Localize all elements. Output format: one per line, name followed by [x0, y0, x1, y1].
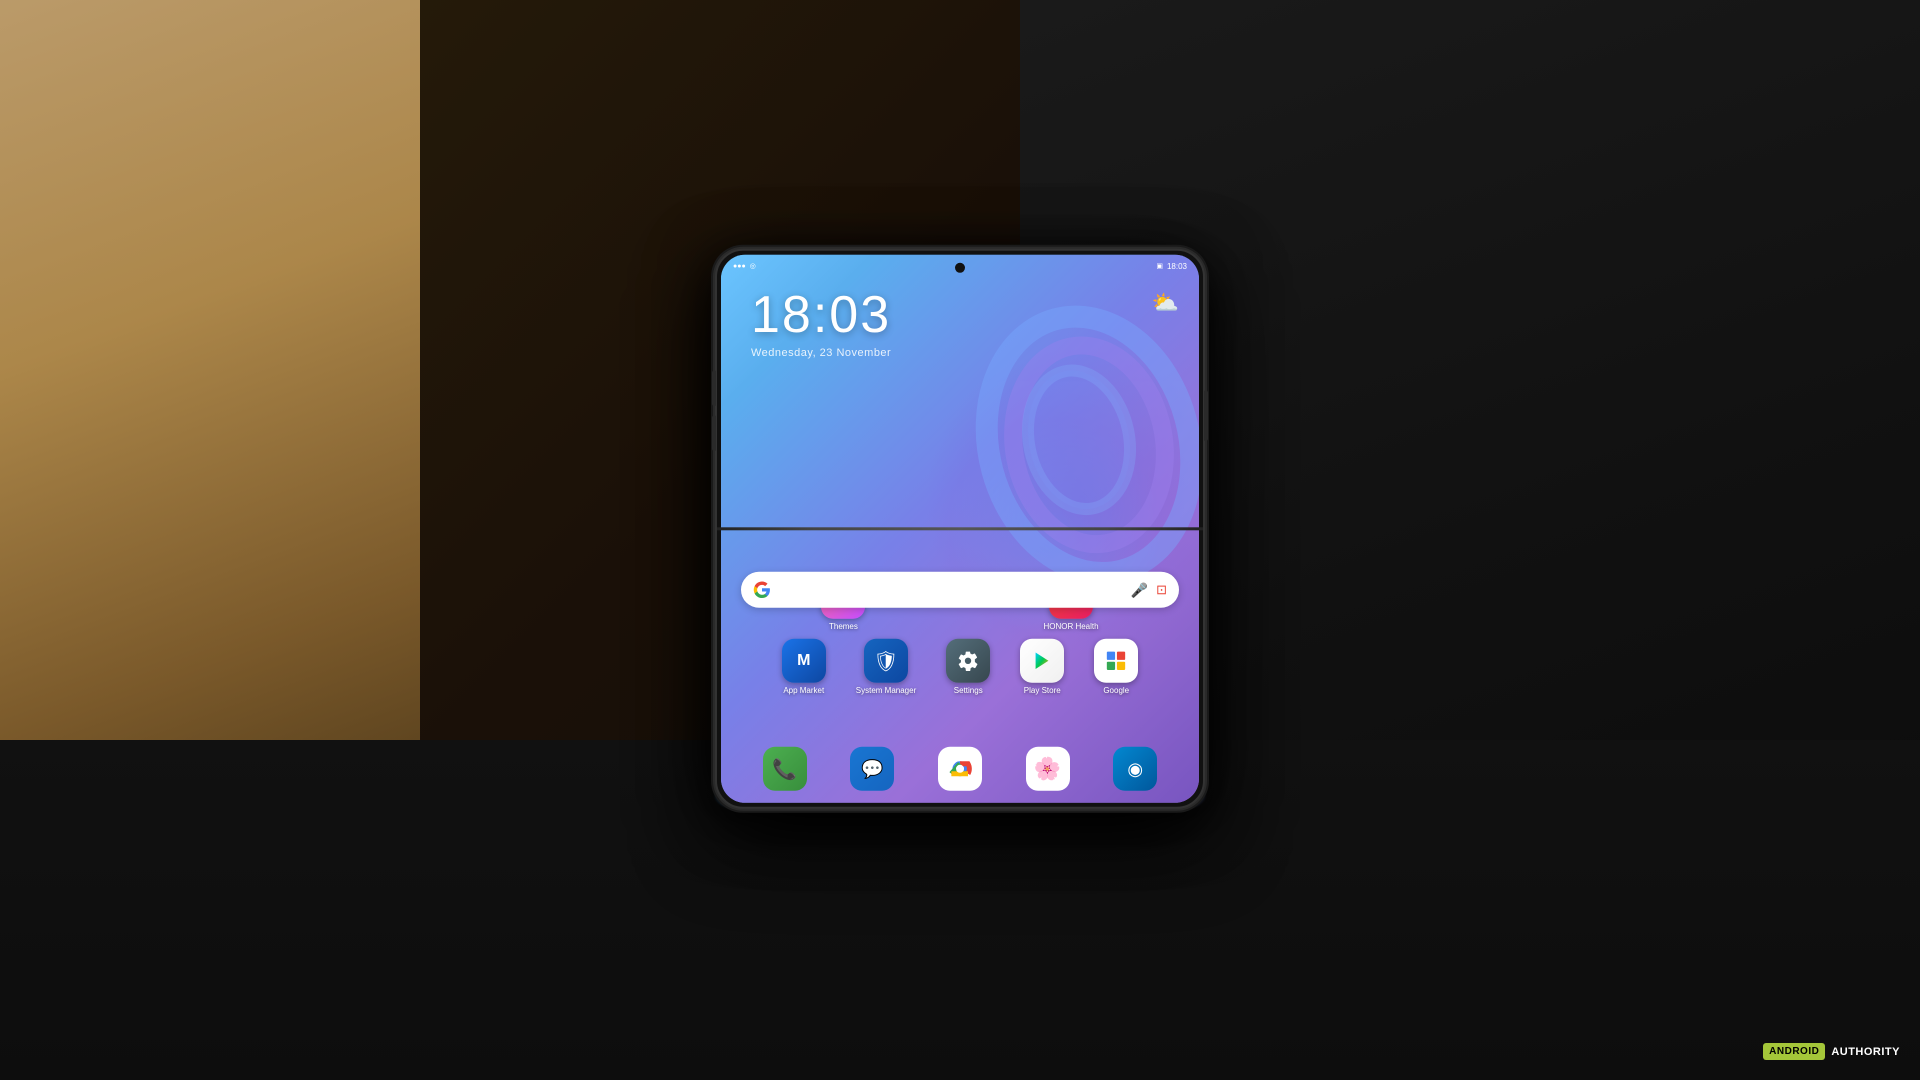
dock-phone[interactable]: 📞: [763, 747, 807, 791]
messages-icon: 💬: [850, 747, 894, 791]
dock-messages[interactable]: 💬: [850, 747, 894, 791]
system-manager[interactable]: 🛡 System Manager: [856, 639, 916, 695]
dock: 📞 💬: [741, 743, 1179, 795]
signal-icon: ●●●: [733, 262, 746, 269]
other-icon: ◉: [1113, 747, 1157, 791]
watermark-authority: AUTHORITY: [1831, 1046, 1900, 1058]
system-manager-label: System Manager: [856, 686, 916, 695]
app-market[interactable]: M App Market: [782, 639, 826, 695]
battery-icon: ▣: [1156, 262, 1163, 270]
phone-icon: 📞: [763, 747, 807, 791]
status-bar-left: ●●● ◎: [733, 262, 756, 270]
lens-icon[interactable]: ⊡: [1156, 582, 1167, 598]
play-store-icon: [1020, 639, 1064, 683]
weather-widget[interactable]: ⛅: [1152, 290, 1179, 316]
play-store[interactable]: Play Store: [1020, 639, 1064, 695]
scene: 📞 💬 ◎ 🌸 ◉: [0, 0, 1920, 1080]
status-time: 18:03: [1167, 261, 1187, 270]
phone-wrapper: 📞 💬 ◎ 🌸 ◉: [715, 249, 1205, 809]
phone-hinge: [717, 527, 1203, 530]
google-label: Google: [1103, 686, 1129, 695]
play-store-label: Play Store: [1024, 686, 1061, 695]
honor-health-label: HONOR Health: [1043, 622, 1098, 631]
ring-decoration: [889, 285, 1199, 585]
google-search-bar[interactable]: 🎤 ⊡: [741, 572, 1179, 608]
volume-down-button[interactable]: [712, 416, 716, 451]
gallery-icon: 🌸: [1026, 747, 1070, 791]
google-app[interactable]: Google: [1094, 639, 1138, 695]
power-button[interactable]: [1204, 391, 1208, 441]
app-market-icon: M: [782, 639, 826, 683]
dock-chrome[interactable]: [938, 747, 982, 791]
clock-time: 18:03: [751, 285, 891, 345]
app-market-label: App Market: [783, 686, 824, 695]
clock-date: Wednesday, 23 November: [751, 347, 891, 359]
wifi-icon: ◎: [750, 262, 756, 270]
weather-icon: ⛅: [1152, 290, 1179, 315]
microphone-icon[interactable]: 🎤: [1131, 581, 1148, 598]
status-bar-right: ▣ 18:03: [1156, 261, 1187, 270]
themes-label: Themes: [829, 622, 858, 631]
settings-app[interactable]: Settings: [946, 639, 990, 695]
phone-device: ●●● ◎ ▣ 18:03 18:03 Wednesday, 23 Novemb…: [715, 249, 1205, 809]
google-icon: [1094, 639, 1138, 683]
volume-up-button[interactable]: [712, 371, 716, 406]
dock-gallery[interactable]: 🌸: [1026, 747, 1070, 791]
watermark: ANDROID AUTHORITY: [1763, 1043, 1900, 1060]
dock-other[interactable]: ◉: [1113, 747, 1157, 791]
settings-icon: [946, 639, 990, 683]
settings-label: Settings: [954, 686, 983, 695]
app-row-2: M App Market 🛡 System Manager Settings: [731, 639, 1189, 695]
watermark-android: ANDROID: [1763, 1043, 1825, 1060]
system-manager-icon: 🛡: [864, 639, 908, 683]
clock-widget[interactable]: 18:03 Wednesday, 23 November: [751, 285, 891, 359]
front-camera: [955, 263, 965, 273]
google-logo: [753, 581, 771, 599]
chrome-icon: [938, 747, 982, 791]
